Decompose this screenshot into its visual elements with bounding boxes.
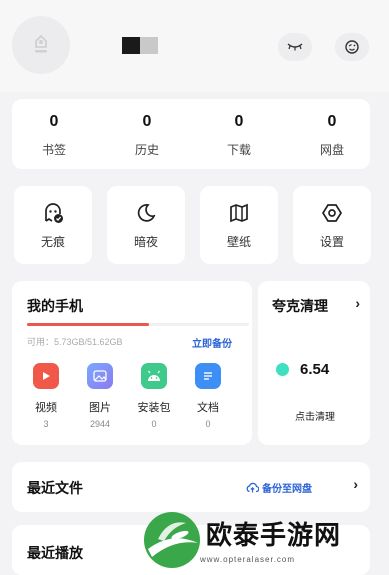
- backup-to-cloud-label: 备份至网盘: [262, 484, 312, 495]
- chevron-right-icon: ›: [353, 476, 358, 492]
- category-name: 文档: [197, 402, 219, 414]
- backup-now-link[interactable]: 立即备份: [192, 335, 232, 350]
- cleaner-title: 夸克清理: [272, 298, 328, 314]
- android-icon: [141, 363, 167, 389]
- tool-incognito[interactable]: 无痕: [14, 186, 92, 264]
- user-avatar-icon: [35, 34, 47, 53]
- category-count: 3: [43, 419, 49, 429]
- category-count: 2944: [89, 419, 111, 429]
- recent-files-title: 最近文件: [27, 480, 83, 496]
- status-dot-icon: [276, 363, 289, 376]
- stat-value: 0: [49, 113, 59, 130]
- stat-downloads[interactable]: 0 下载: [209, 113, 269, 158]
- storage-progress-bar: [27, 323, 249, 326]
- stat-label: 下载: [226, 143, 251, 157]
- category-name: 图片: [89, 402, 111, 414]
- tool-label: 暗夜: [133, 235, 158, 249]
- eye-closed-icon: [287, 43, 303, 51]
- tool-wallpaper[interactable]: 壁纸: [200, 186, 278, 264]
- video-icon: [33, 363, 59, 389]
- avatar[interactable]: [12, 16, 70, 74]
- privacy-toggle-button[interactable]: [278, 33, 312, 61]
- username-redacted[interactable]: [122, 37, 158, 54]
- watermark-logo-icon: [144, 512, 200, 568]
- category-images[interactable]: 图片 2944: [78, 363, 122, 429]
- moon-icon: [137, 204, 156, 222]
- category-name: 视频: [35, 402, 57, 414]
- stat-history[interactable]: 0 历史: [117, 113, 177, 158]
- my-phone-title[interactable]: 我的手机: [27, 296, 83, 316]
- skin-face-icon: [345, 40, 359, 54]
- tool-settings[interactable]: 设置: [293, 186, 371, 264]
- profile-header: [0, 0, 389, 92]
- stat-value: 0: [142, 113, 152, 130]
- skin-button[interactable]: [335, 33, 369, 61]
- watermark-url: www.opteralaser.com: [200, 555, 296, 564]
- recent-files-row[interactable]: 最近文件 备份至网盘 ›: [12, 462, 370, 512]
- quark-cleaner-card[interactable]: 夸克清理 › 6.54 点击清理: [258, 281, 370, 445]
- tool-label: 壁纸: [226, 235, 251, 249]
- stat-label: 书签: [41, 143, 66, 157]
- recent-play-title: 最近播放: [27, 545, 83, 561]
- stat-bookmarks[interactable]: 0 书签: [24, 113, 84, 158]
- image-icon: [87, 363, 113, 389]
- category-count: 0: [151, 419, 157, 429]
- category-name: 安装包: [137, 402, 171, 414]
- tool-label: 无痕: [40, 235, 65, 249]
- settings-hexagon-icon: [321, 204, 343, 222]
- storage-text: 可用：5.73GB/51.62GB: [27, 337, 123, 347]
- stat-label: 历史: [134, 143, 159, 157]
- cleaner-value: 6.54: [300, 361, 330, 378]
- book-map-icon: [230, 203, 248, 223]
- stat-value: 0: [327, 113, 337, 130]
- category-apk[interactable]: 安装包 0: [132, 363, 176, 429]
- chevron-right-icon: ›: [355, 295, 360, 311]
- tool-label: 设置: [319, 235, 344, 249]
- category-count: 0: [205, 419, 211, 429]
- category-documents[interactable]: 文档 0: [186, 363, 230, 429]
- clean-now-button[interactable]: 点击清理: [278, 407, 352, 429]
- site-watermark: 欧泰手游网 www.opteralaser.com: [140, 507, 389, 574]
- category-video[interactable]: 视频 3: [24, 363, 68, 429]
- stats-panel: 0 书签 0 历史 0 下载 0 网盘: [12, 99, 370, 169]
- cloud-upload-icon: [246, 482, 259, 493]
- tool-night-mode[interactable]: 暗夜: [107, 186, 185, 264]
- ghost-icon: [45, 203, 63, 223]
- stat-cloud-drive[interactable]: 0 网盘: [302, 113, 362, 158]
- stat-label: 网盘: [319, 143, 344, 157]
- document-icon: [195, 363, 221, 389]
- stat-value: 0: [234, 113, 244, 130]
- my-phone-card: 我的手机 可用：5.73GB/51.62GB 立即备份 视频 3 图片 2944…: [12, 281, 252, 445]
- backup-to-cloud-link[interactable]: 备份至网盘: [246, 480, 312, 495]
- watermark-text: 欧泰手游网: [206, 520, 342, 550]
